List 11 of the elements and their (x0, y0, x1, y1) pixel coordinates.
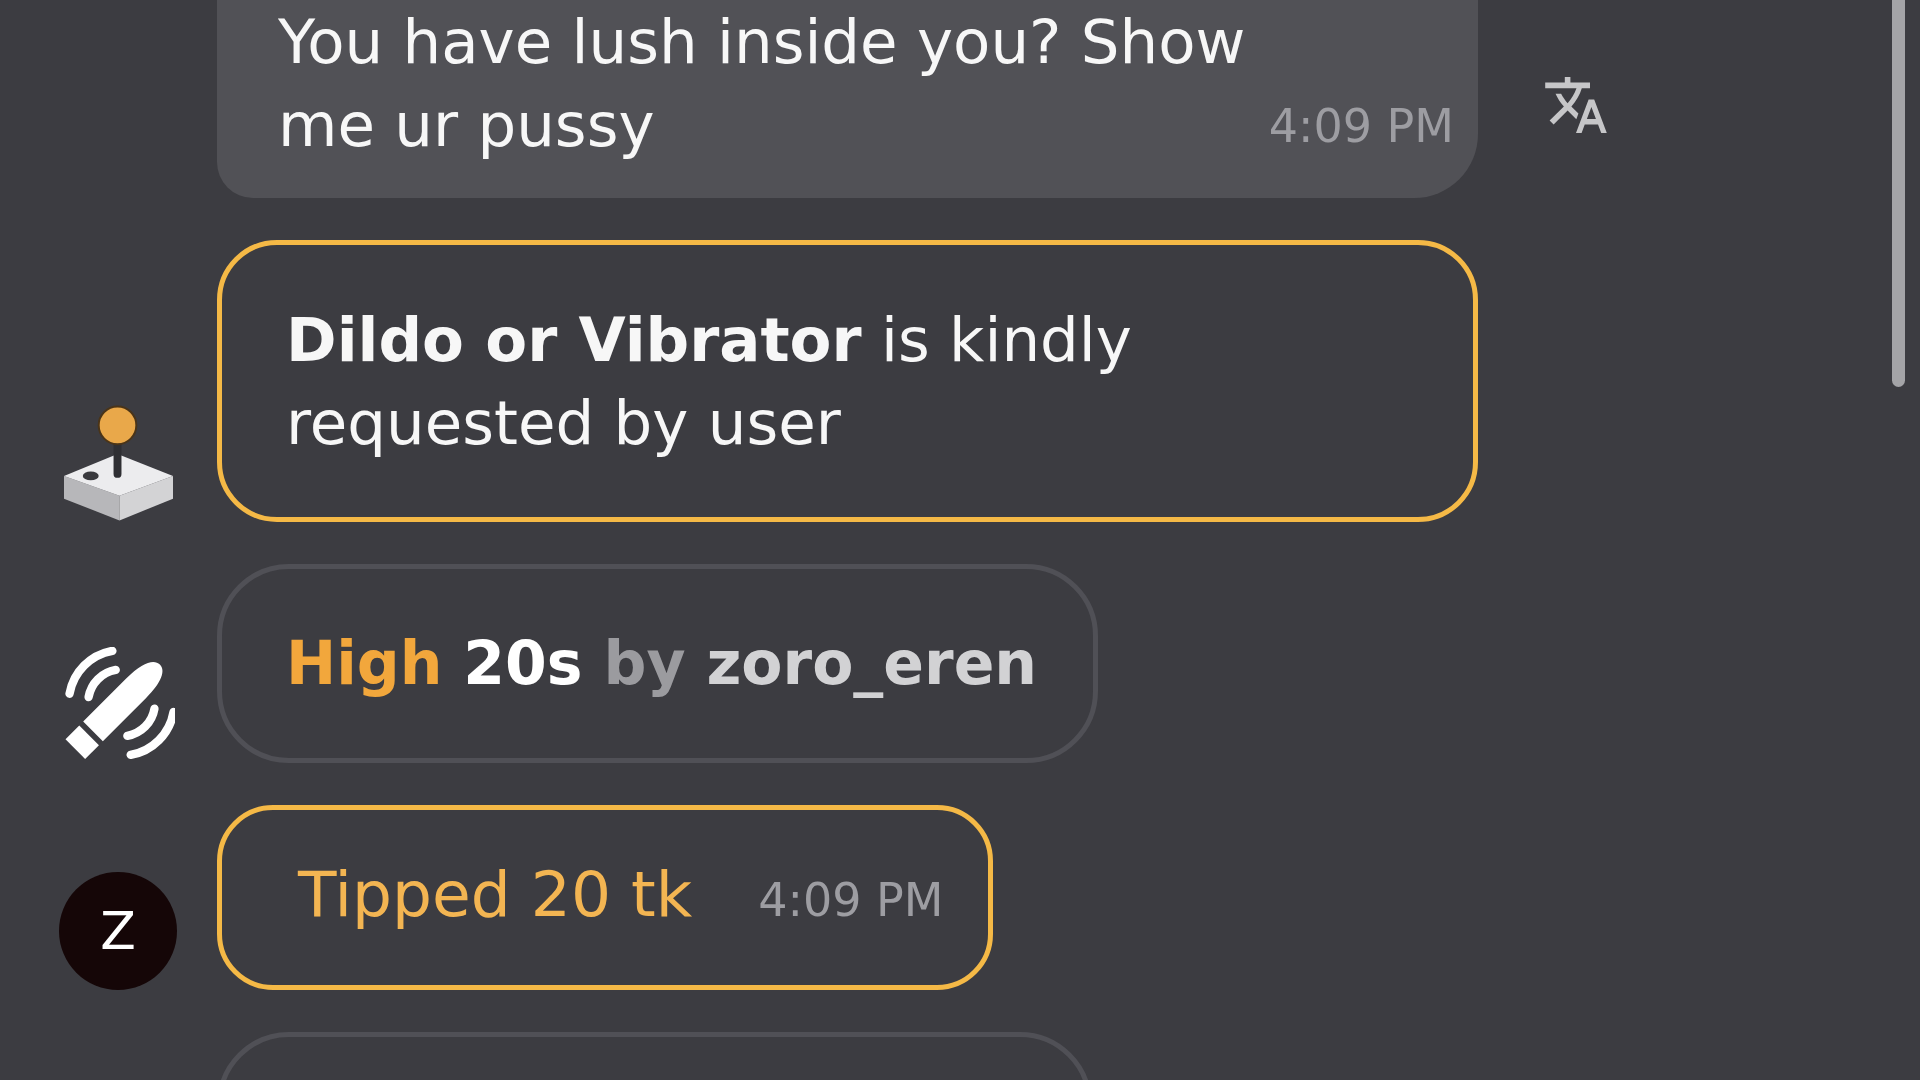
message-time: 4:09 PM (758, 872, 944, 929)
user-avatar[interactable]: Z (59, 872, 177, 990)
translate-icon (1545, 77, 1607, 133)
message-time: 4:09 PM (1268, 98, 1454, 154)
message-text: You have lush inside you? Show me ur pussy (278, 5, 1247, 162)
notice-text: Dildo or Vibrator is kindly requested by user (286, 303, 1133, 460)
joystick-icon (63, 404, 173, 522)
translate-button[interactable] (1545, 77, 1607, 133)
scrollbar-thumb[interactable] (1892, 0, 1905, 387)
vibration-status-text: High 20s by zoro_eren (286, 627, 1038, 700)
tip-amount-text: Tipped 20 tk (298, 857, 693, 933)
